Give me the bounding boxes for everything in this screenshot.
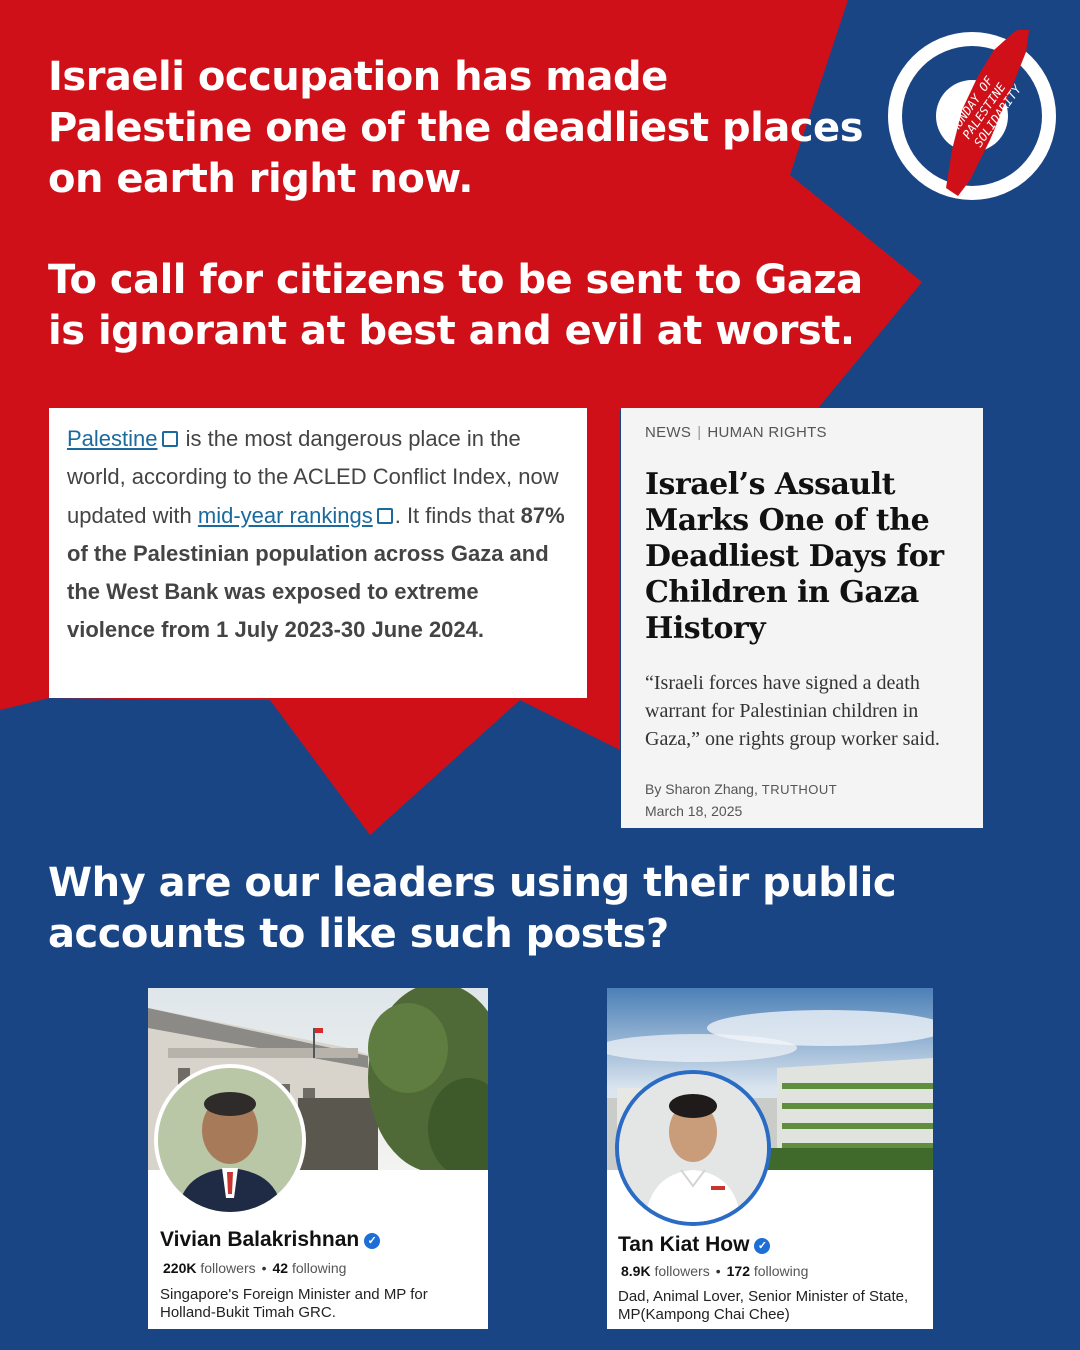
verified-badge-icon: ✓ xyxy=(754,1238,771,1254)
profile-stats: 220K followers • 42 following xyxy=(163,1260,347,1276)
avatar[interactable] xyxy=(154,1064,306,1216)
article-title: Israel’s Assault Marks One of the Deadli… xyxy=(645,467,944,646)
profile-name[interactable]: Vivian Balakrishnan ✓ xyxy=(160,1228,381,1252)
palestine-link[interactable]: Palestine xyxy=(67,426,158,451)
external-link-icon xyxy=(376,507,393,524)
avatar[interactable] xyxy=(615,1070,771,1226)
article-category: NEWS | HUMAN RIGHTS xyxy=(645,424,827,441)
monday-of-palestine-solidarity-logo: MONDAY OF PALESTINE SOLIDARITY xyxy=(886,24,1058,202)
acled-excerpt-text: Palestine is the most dangerous place in… xyxy=(67,426,565,643)
profile-name[interactable]: Tan Kiat How ✓ xyxy=(618,1233,771,1257)
mid-year-rankings-link[interactable]: mid-year rankings xyxy=(198,503,373,528)
acled-excerpt-card: Palestine is the most dangerous place in… xyxy=(49,408,587,698)
verified-badge-icon: ✓ xyxy=(364,1233,381,1249)
article-date: March 18, 2025 xyxy=(645,803,743,819)
article-quote: “Israeli forces have signed a death warr… xyxy=(645,672,940,750)
profile-card-vivian-balakrishnan: Vivian Balakrishnan ✓ 220K followers • 42 f… xyxy=(148,988,488,1329)
headline-top: Israeli occupation has made Palestine on… xyxy=(48,54,864,202)
article-byline: By Sharon Zhang, TRUTHOUT xyxy=(645,781,838,797)
profile-card-tan-kiat-how: Tan Kiat How ✓ 8.9K followers • 172 followi… xyxy=(607,988,933,1329)
headline-mid: To call for citizens to be sent to Gaza … xyxy=(48,257,863,354)
profile-bio: Dad, Animal Lover, Senior Minister of St… xyxy=(618,1288,909,1323)
external-link-icon xyxy=(161,431,178,447)
poster: MONDAY OF PALESTINE SOLIDARITY Israeli o… xyxy=(0,0,1080,1350)
profile-stats: 8.9K followers • 172 following xyxy=(621,1263,809,1279)
news-article-card: NEWS | HUMAN RIGHTS Israel’s Assault Marks… xyxy=(621,408,983,828)
profile-bio: Singapore's Foreign Minister and MP for … xyxy=(160,1286,428,1321)
headline-bottom: Why are our leaders using their public a… xyxy=(48,860,897,957)
